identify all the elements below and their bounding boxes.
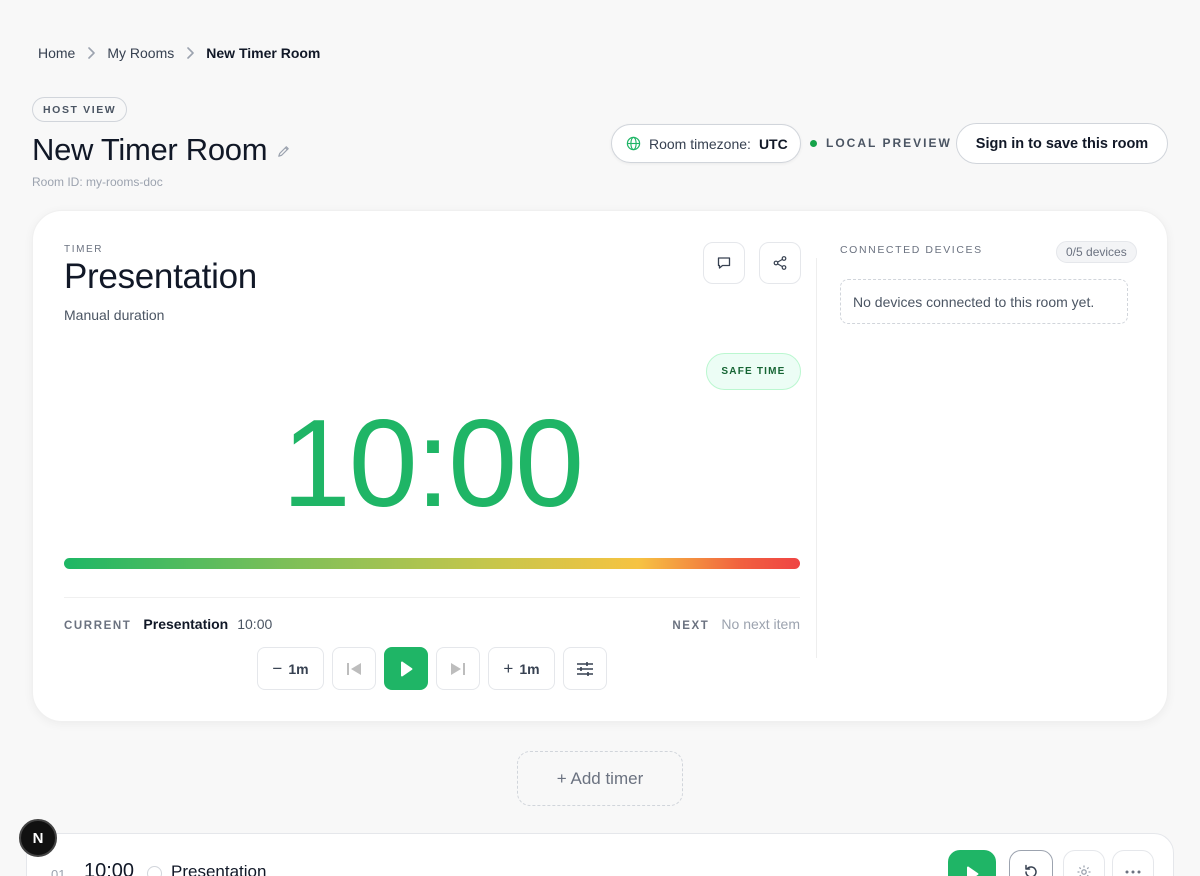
- timer-list-index: 01: [51, 867, 66, 876]
- reset-icon: [1022, 863, 1040, 876]
- chat-icon: [716, 255, 732, 271]
- timer-list-play-button[interactable]: [948, 850, 996, 876]
- add-minute-label: 1m: [519, 660, 540, 677]
- play-icon: [964, 865, 980, 876]
- current-item: CURRENT Presentation 10:00: [64, 616, 272, 632]
- current-time: 10:00: [237, 616, 273, 632]
- next-item: NEXT No next item: [672, 616, 800, 632]
- next-label: NEXT: [672, 620, 710, 632]
- breadcrumb: Home My Rooms New Timer Room: [38, 45, 320, 61]
- timer-list-reset-button[interactable]: [1009, 850, 1053, 876]
- subtract-minute-label: 1m: [288, 660, 309, 677]
- progress-bar: [64, 558, 800, 569]
- sliders-icon: [576, 661, 594, 677]
- plus-icon: +: [503, 658, 514, 678]
- timer-section-label: TIMER: [64, 244, 104, 255]
- timer-list-settings-button[interactable]: [1063, 850, 1105, 876]
- device-count-badge: 0/5 devices: [1056, 241, 1137, 263]
- breadcrumb-my-rooms[interactable]: My Rooms: [107, 45, 174, 61]
- local-preview-status: LOCAL PREVIEW: [810, 136, 952, 150]
- gear-icon: [1076, 864, 1092, 876]
- timezone-value: UTC: [758, 135, 788, 152]
- divider: [64, 597, 800, 598]
- status-dot: [810, 139, 817, 147]
- globe-icon: [626, 136, 641, 151]
- adjust-settings-button[interactable]: [563, 647, 607, 690]
- timer-list-time: 10:00: [84, 860, 135, 876]
- breadcrumb-current: New Timer Room: [206, 45, 321, 61]
- skip-back-icon: [345, 661, 363, 677]
- skip-forward-icon: [449, 661, 467, 677]
- play-button[interactable]: [384, 647, 428, 690]
- add-timer-button[interactable]: + Add timer: [517, 751, 683, 806]
- dev-tools-badge[interactable]: N: [19, 819, 57, 857]
- devices-empty-state: No devices connected to this room yet.: [840, 279, 1128, 324]
- add-minute-button[interactable]: + 1m: [488, 647, 555, 690]
- more-icon: [1125, 870, 1141, 874]
- timer-title: Presentation: [64, 257, 257, 296]
- share-icon: [772, 255, 788, 271]
- minus-icon: −: [272, 658, 283, 678]
- divider: [816, 258, 817, 658]
- timer-select-radio[interactable]: [147, 866, 162, 876]
- timer-list-more-button[interactable]: [1112, 850, 1154, 876]
- next-button[interactable]: [436, 647, 480, 690]
- connected-devices-label: CONNECTED DEVICES: [840, 244, 983, 256]
- subtract-minute-button[interactable]: − 1m: [257, 647, 324, 690]
- local-preview-label: LOCAL PREVIEW: [826, 136, 952, 150]
- sign-in-button[interactable]: Sign in to save this room: [956, 123, 1168, 164]
- timer-list-name: Presentation: [171, 862, 267, 876]
- timezone-label: Room timezone:: [649, 135, 751, 152]
- share-button[interactable]: [759, 242, 801, 284]
- breadcrumb-home[interactable]: Home: [38, 45, 75, 61]
- play-icon: [398, 660, 414, 678]
- room-id: Room ID: my-rooms-doc: [32, 175, 163, 189]
- message-button[interactable]: [703, 242, 745, 284]
- previous-button[interactable]: [332, 647, 376, 690]
- status-badge: SAFE TIME: [706, 353, 801, 390]
- timer-display: 10:00: [281, 395, 584, 533]
- timezone-selector[interactable]: Room timezone: UTC: [611, 124, 801, 163]
- host-view-badge: HOST VIEW: [32, 97, 128, 122]
- pencil-icon[interactable]: [276, 144, 291, 164]
- chevron-right-icon: [186, 47, 195, 59]
- current-label: CURRENT: [64, 620, 132, 632]
- chevron-right-icon: [87, 47, 96, 59]
- timer-subtitle: Manual duration: [64, 307, 165, 323]
- next-value: No next item: [721, 616, 800, 632]
- current-name: Presentation: [143, 616, 229, 632]
- page-title: New Timer Room: [32, 132, 268, 167]
